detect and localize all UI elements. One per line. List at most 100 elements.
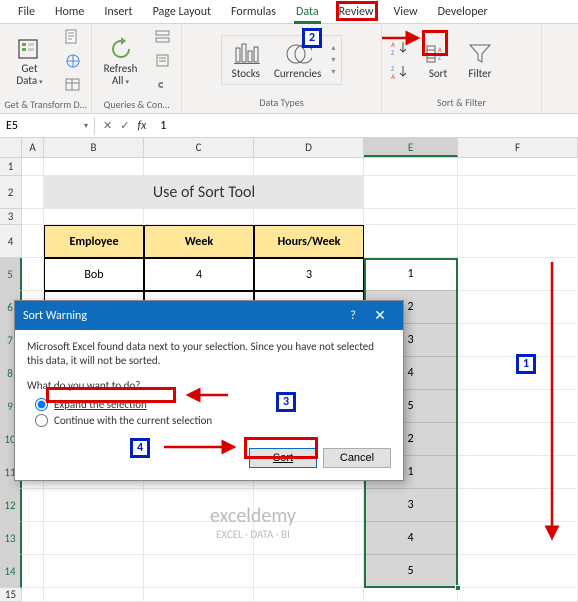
tab-developer[interactable]: Developer <box>428 1 498 23</box>
dialog-titlebar[interactable]: Sort Warning ? ✕ <box>15 301 403 330</box>
currencies-label: Currencies <box>274 68 321 80</box>
cell-d5[interactable]: 3 <box>254 258 364 291</box>
from-text-icon <box>64 28 82 46</box>
cancel-formula-icon[interactable]: ✕ <box>103 119 112 132</box>
watermark-name: exceldemy <box>210 504 296 528</box>
get-data-label: Get Data <box>16 62 37 87</box>
sort-label: Sort <box>429 68 447 80</box>
cell-e12[interactable]: 3 <box>364 489 458 522</box>
cell-b5[interactable]: Bob <box>44 258 144 291</box>
header-employee[interactable]: Employee <box>44 225 144 258</box>
select-all-corner[interactable] <box>0 138 22 157</box>
sort-button[interactable]: AZ Sort <box>420 38 456 82</box>
fx-icon[interactable]: fx <box>137 119 146 133</box>
refresh-icon <box>107 35 135 63</box>
sort-za-icon: ZA <box>391 63 409 81</box>
tab-review[interactable]: Review <box>329 1 384 23</box>
cell-c5[interactable]: 4 <box>144 258 254 291</box>
watermark: exceldemy EXCEL · DATA · BI <box>210 504 296 541</box>
svg-text:A: A <box>391 72 396 80</box>
name-box-dropdown-icon[interactable]: ▾ <box>84 121 88 131</box>
from-table-button[interactable] <box>59 74 87 96</box>
group-label-data-types: Data Types <box>186 94 377 111</box>
dialog-cancel-button[interactable]: Cancel <box>323 448 391 468</box>
option-expand-label: Expand the selection <box>54 398 147 411</box>
get-data-button[interactable]: Get Data▾ <box>4 33 55 89</box>
option-expand-selection[interactable]: Expand the selection <box>35 398 391 411</box>
callout-4: 4 <box>130 438 150 458</box>
col-header-a[interactable]: A <box>22 138 44 157</box>
name-box[interactable]: E5 ▾ <box>0 117 95 135</box>
filter-button[interactable]: Filter <box>462 38 498 82</box>
dialog-title: Sort Warning <box>23 309 341 323</box>
group-label-get-transform: Get & Transform D… <box>4 96 87 111</box>
queries-connections-button[interactable] <box>149 26 177 48</box>
col-header-d[interactable]: D <box>254 138 364 157</box>
refresh-all-button[interactable]: Refresh All▾ <box>96 33 145 89</box>
col-header-c[interactable]: C <box>144 138 254 157</box>
from-web-button[interactable] <box>59 50 87 72</box>
scroll-up-icon[interactable]: ▴ <box>331 43 335 53</box>
edit-links-icon <box>154 76 172 94</box>
tab-data[interactable]: Data <box>286 1 329 23</box>
group-queries: Refresh All▾ Queries & Con… <box>92 24 182 113</box>
tab-view[interactable]: View <box>384 1 428 23</box>
group-get-transform: Get Data▾ Get & Transform D… <box>0 24 92 113</box>
stocks-icon <box>232 40 260 68</box>
properties-icon <box>154 52 172 70</box>
ribbon: Get Data▾ Get & Transform D… Refresh All… <box>0 24 578 114</box>
sort-icon: AZ <box>424 40 452 68</box>
from-web-icon <box>64 52 82 70</box>
formula-input[interactable]: 1 <box>154 117 578 135</box>
header-week[interactable]: Week <box>144 225 254 258</box>
stocks-button[interactable]: Stocks <box>228 38 264 82</box>
refresh-all-label: Refresh All <box>104 62 138 87</box>
option-continue-label: Continue with the current selection <box>54 414 212 427</box>
radio-continue[interactable] <box>35 414 48 427</box>
callout-1: 1 <box>516 354 536 374</box>
callout-3: 3 <box>276 392 296 412</box>
cell-e5[interactable]: 1 <box>364 258 458 291</box>
sort-asc-button[interactable]: AZ <box>386 37 414 59</box>
col-header-f[interactable]: F <box>458 138 578 157</box>
sort-warning-dialog: Sort Warning ? ✕ Microsoft Excel found d… <box>14 300 404 481</box>
tab-insert[interactable]: Insert <box>94 1 142 23</box>
dialog-sort-button[interactable]: Sort <box>249 448 317 468</box>
svg-text:Z: Z <box>391 48 395 56</box>
col-header-b[interactable]: B <box>44 138 144 157</box>
watermark-sub: EXCEL · DATA · BI <box>210 528 296 541</box>
selection-handle[interactable] <box>455 585 461 591</box>
radio-expand[interactable] <box>35 398 48 411</box>
column-headers: A B C D E F <box>0 138 578 158</box>
get-data-icon <box>16 35 44 63</box>
formula-bar: E5 ▾ ✕ ✓ fx 1 <box>0 114 578 138</box>
enter-formula-icon[interactable]: ✓ <box>120 119 129 132</box>
ribbon-tabs: File Home Insert Page Layout Formulas Da… <box>0 0 578 24</box>
stocks-label: Stocks <box>232 68 260 80</box>
scroll-down-icon[interactable]: ▾ <box>331 55 335 65</box>
col-header-e[interactable]: E <box>364 138 458 157</box>
tab-home[interactable]: Home <box>45 1 94 23</box>
group-data-types: Stocks Currencies ▴ ▾ ▾ Data Types <box>182 24 382 113</box>
dialog-help-button[interactable]: ? <box>341 309 365 323</box>
cell-e13[interactable]: 4 <box>364 522 458 555</box>
properties-button[interactable] <box>149 50 177 72</box>
sort-desc-button[interactable]: ZA <box>386 61 414 83</box>
cell-e14[interactable]: 5 <box>364 555 458 588</box>
option-continue-current[interactable]: Continue with the current selection <box>35 414 391 427</box>
tab-file[interactable]: File <box>8 1 45 23</box>
sort-az-icon: AZ <box>391 39 409 57</box>
dialog-question: What do you want to do? <box>27 379 391 392</box>
group-sort-filter: AZ ZA AZ Sort Filter Sort & Filter <box>382 24 542 113</box>
name-box-value: E5 <box>6 119 18 133</box>
dialog-close-button[interactable]: ✕ <box>365 307 395 324</box>
expand-icon[interactable]: ▾ <box>331 67 335 77</box>
edit-links-button[interactable] <box>149 74 177 96</box>
connections-icon <box>154 28 172 46</box>
dialog-message: Microsoft Excel found data next to your … <box>27 340 391 369</box>
sheet-title[interactable]: Use of Sort Tool <box>44 176 364 209</box>
tab-formulas[interactable]: Formulas <box>221 1 286 23</box>
from-text-button[interactable] <box>59 26 87 48</box>
header-hours[interactable]: Hours/Week <box>254 225 364 258</box>
tab-page-layout[interactable]: Page Layout <box>143 1 221 23</box>
